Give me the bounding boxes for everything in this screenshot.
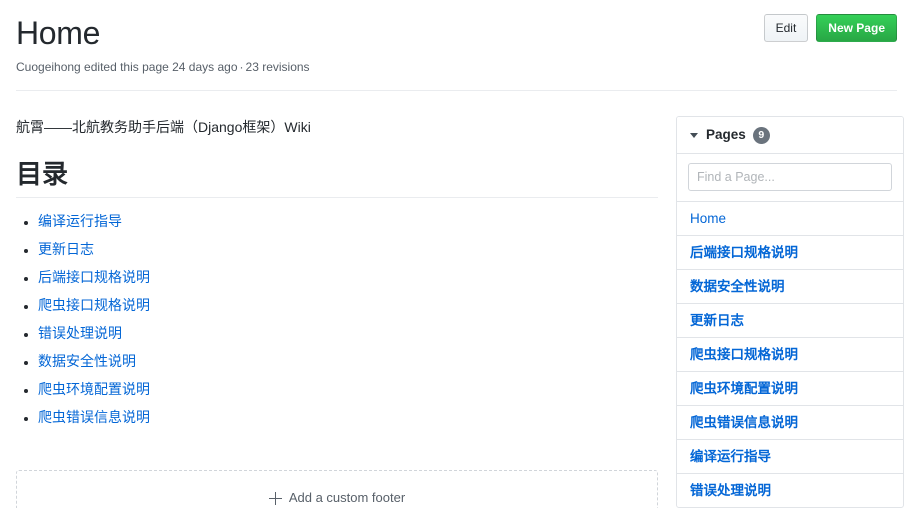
wiki-intro-text: 航霄——北航教务助手后端（Django框架）Wiki xyxy=(16,119,311,135)
sidebar-page-link[interactable]: 错误处理说明 xyxy=(677,474,903,507)
list-item: 错误处理说明 xyxy=(677,474,903,507)
pages-sidebar: Pages 9 Home 后端接口规格说明 数据安全性说明 更新日志 爬虫接口规… xyxy=(676,116,904,508)
page-meta-separator: · xyxy=(239,60,244,74)
sidebar-page-link[interactable]: 更新日志 xyxy=(677,304,903,337)
list-item: 后端接口规格说明 xyxy=(677,236,903,270)
wiki-page: Home Cuogeihong edited this page 24 days… xyxy=(0,0,913,508)
list-item: 爬虫错误信息说明 xyxy=(677,406,903,440)
list-item: 错误处理说明 xyxy=(38,322,658,344)
toc-link[interactable]: 错误处理说明 xyxy=(38,325,122,341)
pages-sidebar-title: Pages xyxy=(706,127,746,142)
pages-sidebar-header[interactable]: Pages 9 xyxy=(677,117,903,154)
header-actions: Edit New Page xyxy=(763,14,897,42)
sidebar-page-link[interactable]: 爬虫接口规格说明 xyxy=(677,338,903,371)
list-item: 爬虫环境配置说明 xyxy=(38,378,658,400)
sidebar-page-link[interactable]: Home xyxy=(677,202,903,235)
list-item: 爬虫接口规格说明 xyxy=(38,294,658,316)
list-item: 更新日志 xyxy=(38,238,658,260)
chevron-down-icon[interactable] xyxy=(690,132,698,138)
page-meta-edited: Cuogeihong edited this page 24 days ago xyxy=(16,60,238,74)
pages-list: Home 后端接口规格说明 数据安全性说明 更新日志 爬虫接口规格说明 爬虫环境… xyxy=(677,202,903,507)
sidebar-page-link[interactable]: 数据安全性说明 xyxy=(677,270,903,303)
add-custom-footer-label: Add a custom footer xyxy=(288,490,406,505)
toc-link[interactable]: 爬虫错误信息说明 xyxy=(38,409,150,425)
list-item: 编译运行指导 xyxy=(677,440,903,474)
page-meta-revisions[interactable]: 23 revisions xyxy=(246,60,310,74)
pages-search-wrap xyxy=(677,154,903,202)
list-item: 更新日志 xyxy=(677,304,903,338)
wiki-content: 航霄——北航教务助手后端（Django框架）Wiki 目录 编译运行指导 更新日… xyxy=(16,102,658,434)
wiki-header: Home Cuogeihong edited this page 24 days… xyxy=(0,0,913,76)
sidebar-page-link[interactable]: 爬虫错误信息说明 xyxy=(677,406,903,439)
new-page-button[interactable]: New Page xyxy=(816,14,897,42)
list-item: Home xyxy=(677,202,903,236)
list-item: 编译运行指导 xyxy=(38,210,658,232)
toc-heading: 目录 xyxy=(16,158,658,198)
plus-icon xyxy=(268,491,282,505)
toc-link[interactable]: 数据安全性说明 xyxy=(38,353,136,369)
toc-link[interactable]: 更新日志 xyxy=(38,241,94,257)
sidebar-page-link[interactable]: 编译运行指导 xyxy=(677,440,903,473)
list-item: 数据安全性说明 xyxy=(677,270,903,304)
toc-link[interactable]: 后端接口规格说明 xyxy=(38,269,150,285)
header-divider xyxy=(16,90,897,91)
list-item: 爬虫环境配置说明 xyxy=(677,372,903,406)
sidebar-page-link[interactable]: 爬虫环境配置说明 xyxy=(677,372,903,405)
pages-count-badge: 9 xyxy=(752,126,770,144)
toc-list: 编译运行指导 更新日志 后端接口规格说明 爬虫接口规格说明 错误处理说明 数据安… xyxy=(16,210,658,428)
page-meta: Cuogeihong edited this page 24 days ago ·… xyxy=(16,58,897,76)
find-a-page-input[interactable] xyxy=(688,163,892,191)
list-item: 爬虫接口规格说明 xyxy=(677,338,903,372)
list-item: 数据安全性说明 xyxy=(38,350,658,372)
edit-button[interactable]: Edit xyxy=(763,14,809,42)
toc-link[interactable]: 爬虫接口规格说明 xyxy=(38,297,150,313)
sidebar-page-link[interactable]: 后端接口规格说明 xyxy=(677,236,903,269)
toc-link[interactable]: 编译运行指导 xyxy=(38,213,122,229)
list-item: 爬虫错误信息说明 xyxy=(38,406,658,428)
add-custom-footer-inner: Add a custom footer xyxy=(268,488,406,508)
add-custom-footer-button[interactable]: Add a custom footer xyxy=(16,470,658,508)
list-item: 后端接口规格说明 xyxy=(38,266,658,288)
toc-link[interactable]: 爬虫环境配置说明 xyxy=(38,381,150,397)
